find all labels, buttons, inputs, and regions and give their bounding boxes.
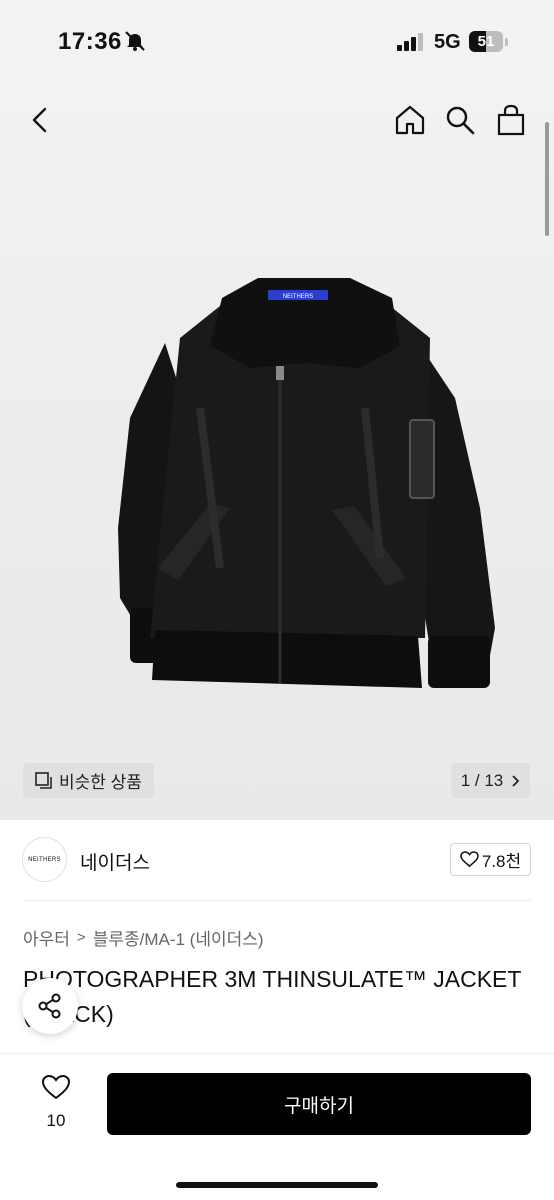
back-button[interactable] [20,100,60,140]
product-title: PHOTOGRAPHER 3M THINSULATE™ JACKET (BLAC… [23,966,522,1027]
breadcrumb-subcategory[interactable]: 블루종/MA-1 (네이더스) [93,925,264,950]
similar-icon [35,771,52,789]
breadcrumb-category[interactable]: 아우터 [23,925,70,950]
heart-icon [460,851,479,868]
scrollbar[interactable] [545,122,549,236]
status-bar: 17:36 5G 51 [0,0,554,84]
breadcrumb-separator: > [76,929,86,946]
cart-button[interactable] [491,100,531,140]
back-icon [32,107,47,133]
breadcrumb: 아우터 > 블루종/MA-1 (네이더스) [23,925,264,950]
battery-level: 51 [477,33,495,50]
wishlist-button[interactable]: 10 [26,1074,86,1131]
product-image[interactable]: NEITHERS [110,268,500,710]
status-time: 17:36 [58,28,122,55]
network-type: 5G [434,31,461,53]
battery-tip [505,38,508,46]
signal-icon [397,33,423,51]
buy-button[interactable]: 구매하기 [107,1073,531,1135]
chevron-right-icon [512,774,520,787]
battery-indicator: 51 [469,31,503,52]
similar-products-button[interactable]: 비슷한 상품 [23,763,154,798]
brand-logo-text: NEITHERS [28,856,61,863]
wishlist-count: 10 [46,1111,66,1130]
home-indicator[interactable] [176,1182,378,1188]
image-counter-text: 1 / 13 [460,770,504,790]
bag-icon [497,104,525,136]
heart-icon [41,1074,71,1100]
home-button[interactable] [390,100,430,140]
neck-tag-label: NEITHERS [283,294,313,300]
brand-like-button[interactable]: 7.8천 [450,843,531,876]
share-button[interactable] [22,978,78,1034]
search-button[interactable] [440,100,480,140]
share-icon [38,993,61,1019]
bell-muted-icon [125,31,145,51]
similar-label: 비슷한 상품 [59,773,142,792]
home-icon [395,105,425,135]
search-icon [446,106,475,135]
brand-logo[interactable]: NEITHERS [22,837,67,882]
divider [23,900,531,901]
brand-name[interactable]: 네이더스 [80,848,150,875]
brand-like-count: 7.8천 [481,852,522,871]
image-counter[interactable]: 1 / 13 [451,763,530,798]
